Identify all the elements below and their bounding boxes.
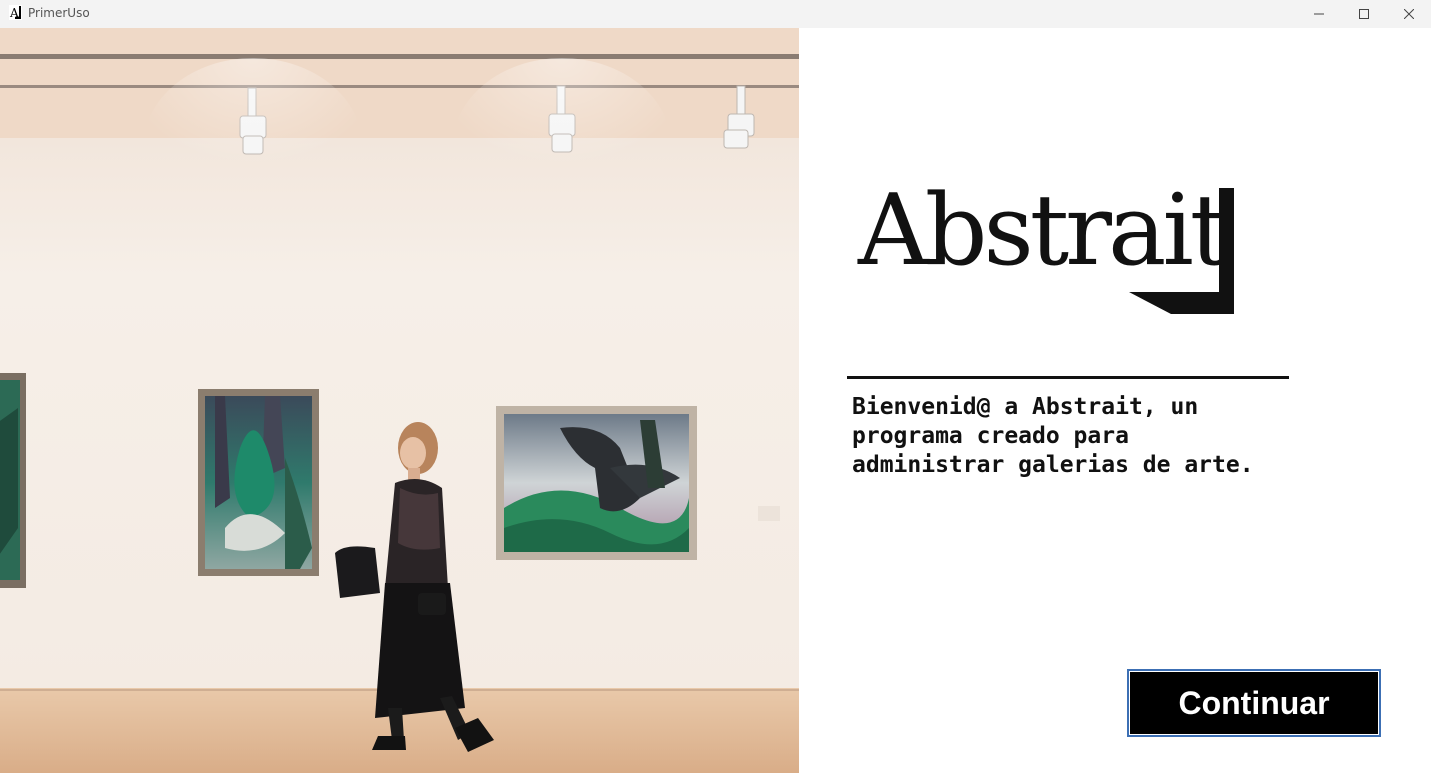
close-icon	[1404, 9, 1414, 19]
maximize-icon	[1359, 9, 1369, 19]
minimize-button[interactable]	[1296, 0, 1342, 28]
logo-text: Abstrait	[858, 174, 1229, 288]
minimize-icon	[1314, 13, 1324, 15]
gallery-photo	[0, 28, 799, 773]
title-bar: A PrimerUso	[0, 0, 1431, 28]
maximize-button[interactable]	[1341, 0, 1387, 28]
continue-button[interactable]: Continuar	[1127, 669, 1381, 737]
welcome-message: Bienvenid@ a Abstrait, un programa cread…	[852, 394, 1254, 478]
divider-line	[847, 376, 1289, 379]
close-button[interactable]	[1386, 0, 1431, 28]
art-gallery-photo	[0, 28, 799, 773]
app-logo-icon: A	[9, 5, 22, 20]
window-title: PrimerUso	[28, 6, 90, 20]
welcome-panel: Abstrait Bienvenid@ a Abstrait, un progr…	[799, 28, 1431, 773]
